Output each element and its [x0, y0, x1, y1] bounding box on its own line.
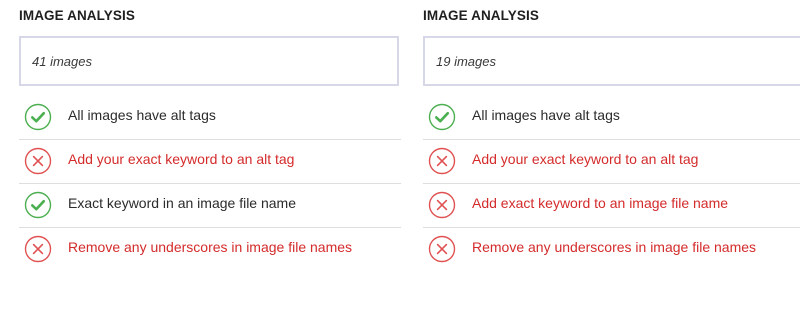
check-item-keyword-alt-tag: Add your exact keyword to an alt tag	[19, 140, 401, 184]
check-item-keyword-file-name: Add exact keyword to an image file name	[423, 184, 800, 228]
check-item-alt-tags: All images have alt tags	[423, 96, 800, 140]
check-item-underscores: Remove any underscores in image file nam…	[19, 228, 401, 272]
check-item-keyword-alt-tag: Add your exact keyword to an alt tag	[423, 140, 800, 184]
check-item-underscores: Remove any underscores in image file nam…	[423, 228, 800, 272]
x-circle-icon	[24, 147, 52, 175]
x-circle-icon	[428, 191, 456, 219]
check-label: Add your exact keyword to an alt tag	[472, 151, 699, 167]
x-circle-icon	[428, 147, 456, 175]
image-count-box: 41 images	[19, 36, 399, 86]
check-label: All images have alt tags	[472, 107, 620, 123]
check-label: Exact keyword in an image file name	[68, 195, 296, 211]
image-count: 19 images	[436, 54, 496, 69]
check-label: All images have alt tags	[68, 107, 216, 123]
image-count-box: 19 images	[423, 36, 800, 86]
check-circle-icon	[24, 191, 52, 219]
panel-title: IMAGE ANALYSIS	[19, 8, 135, 23]
check-item-keyword-file-name: Exact keyword in an image file name	[19, 184, 401, 228]
check-list: All images have alt tags Add your exact …	[423, 96, 800, 272]
check-list: All images have alt tags Add your exact …	[19, 96, 401, 272]
check-circle-icon	[428, 103, 456, 131]
x-circle-icon	[428, 235, 456, 263]
x-circle-icon	[24, 235, 52, 263]
check-label: Remove any underscores in image file nam…	[68, 239, 353, 255]
panel-title: IMAGE ANALYSIS	[423, 8, 539, 23]
check-label: Add exact keyword to an image file name	[472, 195, 729, 211]
check-label: Add your exact keyword to an alt tag	[68, 151, 295, 167]
check-circle-icon	[24, 103, 52, 131]
check-label: Remove any underscores in image file nam…	[472, 239, 757, 255]
image-count: 41 images	[32, 54, 92, 69]
check-item-alt-tags: All images have alt tags	[19, 96, 401, 140]
